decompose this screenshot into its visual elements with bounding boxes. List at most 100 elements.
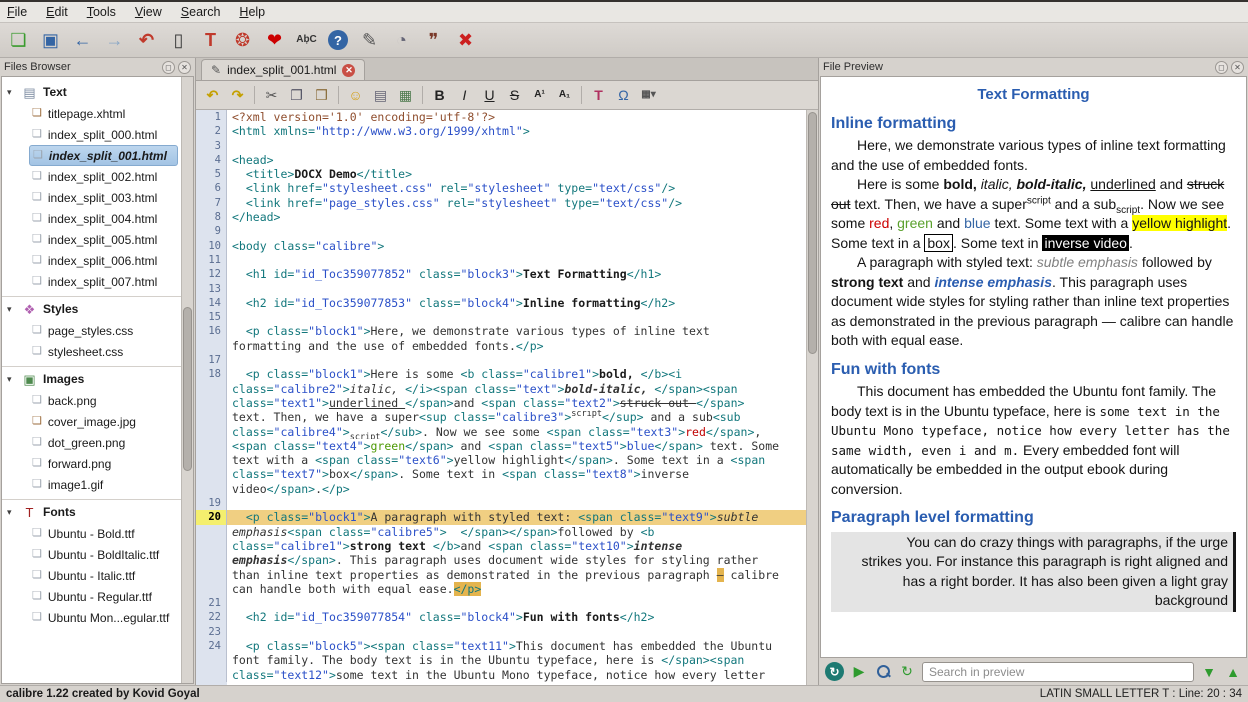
file-item[interactable]: ❏forward.png xyxy=(2,453,181,474)
superscript-button[interactable]: A¹ xyxy=(528,84,551,107)
live-preview-button[interactable]: ↻ xyxy=(825,662,844,681)
underline-button[interactable]: U xyxy=(478,84,501,107)
file-item[interactable]: ❏back.png xyxy=(2,390,181,411)
view-list-button[interactable]: ▤ xyxy=(369,84,392,107)
editor-scrollbar[interactable] xyxy=(806,110,818,685)
menu-edit[interactable]: Edit xyxy=(46,5,68,19)
code-line[interactable]: can handle both with equal ease.</p> xyxy=(196,582,806,596)
code-line[interactable]: 3 xyxy=(196,139,806,153)
section-header-text[interactable]: ▾▤Text xyxy=(2,80,181,103)
code-line[interactable]: video</span>.</p> xyxy=(196,482,806,496)
collapse-arrow-icon[interactable]: ▾ xyxy=(7,87,16,98)
reader-button[interactable]: ▯ xyxy=(165,27,192,54)
file-item[interactable]: ❏Ubuntu - BoldItalic.ttf xyxy=(2,544,181,565)
paste-button[interactable]: ❒ xyxy=(310,84,333,107)
code-line[interactable]: 16 <p class="block1">Here, we demonstrat… xyxy=(196,324,806,338)
menu-file[interactable]: File xyxy=(7,5,27,19)
code-line[interactable]: 5 <title>DOCX Demo</title> xyxy=(196,167,806,181)
find-in-preview-button[interactable] xyxy=(874,662,892,682)
text-color-button[interactable]: T xyxy=(587,84,610,107)
code-line[interactable]: 8</head> xyxy=(196,210,806,224)
code-line[interactable]: class="calibre4">script</sub>. Now we se… xyxy=(196,425,806,439)
code-line[interactable]: 6 <link href="stylesheet.css" rel="style… xyxy=(196,181,806,195)
code-line[interactable]: 13 xyxy=(196,282,806,296)
code-line[interactable]: 11 xyxy=(196,253,806,267)
file-item[interactable]: ❏dot_green.png xyxy=(2,432,181,453)
insert-table-button[interactable]: ▦▾ xyxy=(637,84,660,107)
menu-tools[interactable]: Tools xyxy=(87,5,116,19)
insert-smiley-button[interactable]: ☺ xyxy=(344,84,367,107)
run-preview-button[interactable]: ▶ xyxy=(850,662,868,682)
collapse-arrow-icon[interactable]: ▾ xyxy=(7,304,16,315)
close-preview-icon[interactable]: ✕ xyxy=(1231,61,1244,74)
check-book-button[interactable]: ❂ xyxy=(229,27,256,54)
file-item[interactable]: ❏index_split_001.html xyxy=(29,145,178,166)
close-panel-icon[interactable]: ✕ xyxy=(178,61,191,74)
code-line[interactable]: 4<head> xyxy=(196,153,806,167)
redo-button[interactable]: ↷ xyxy=(226,84,249,107)
code-line[interactable]: text. Then, we have a super<sup class="c… xyxy=(196,410,806,424)
italic-button[interactable]: I xyxy=(453,84,476,107)
save-button[interactable]: ▣ xyxy=(37,27,64,54)
section-header-images[interactable]: ▾▣Images xyxy=(2,367,181,390)
code-line[interactable]: than inline text properties as demonstra… xyxy=(196,568,806,582)
beautify-button[interactable]: ✎ xyxy=(356,27,383,54)
copy-button[interactable]: ❐ xyxy=(285,84,308,107)
file-item[interactable]: ❏index_split_005.html xyxy=(2,229,181,250)
collapse-arrow-icon[interactable]: ▾ xyxy=(7,507,16,518)
refresh-preview-button[interactable]: ↻ xyxy=(898,662,916,682)
forward-button[interactable]: → xyxy=(101,27,128,54)
collapse-arrow-icon[interactable]: ▾ xyxy=(7,374,16,385)
arrange-button[interactable]: ◔ xyxy=(388,27,415,54)
undock-preview-icon[interactable]: ◻ xyxy=(1215,61,1228,74)
bold-button[interactable]: B xyxy=(428,84,451,107)
code-line[interactable]: 15 xyxy=(196,310,806,324)
menu-search[interactable]: Search xyxy=(181,5,221,19)
file-item[interactable]: ❏cover_image.jpg xyxy=(2,411,181,432)
file-item[interactable]: ❏Ubuntu - Bold.ttf xyxy=(2,523,181,544)
preview-search-input[interactable] xyxy=(922,662,1194,682)
tab-close-icon[interactable]: ✕ xyxy=(342,64,355,77)
code-editor[interactable]: 1<?xml version='1.0' encoding='utf-8'?> 2… xyxy=(196,110,806,685)
menu-help[interactable]: Help xyxy=(239,5,265,19)
prev-match-button[interactable]: ▲ xyxy=(1224,662,1242,682)
code-line[interactable]: 1<?xml version='1.0' encoding='utf-8'?> xyxy=(196,110,806,124)
code-line[interactable]: text with a <span class="text6">yellow h… xyxy=(196,453,806,467)
next-match-button[interactable]: ▼ xyxy=(1200,662,1218,682)
help-button[interactable]: ? xyxy=(328,30,348,50)
file-item[interactable]: ❏index_split_002.html xyxy=(2,166,181,187)
remove-unused-button[interactable]: ✖ xyxy=(452,27,479,54)
code-line[interactable]: 17 xyxy=(196,353,806,367)
code-line[interactable]: emphasis<span class="calibre5"> </span><… xyxy=(196,525,806,539)
code-line[interactable]: 19 xyxy=(196,496,806,510)
special-character-button[interactable]: Ω xyxy=(612,84,635,107)
code-line[interactable]: formatting and the use of embedded fonts… xyxy=(196,339,806,353)
file-item[interactable]: ❏Ubuntu Mon...egular.ttf xyxy=(2,607,181,628)
spellcheck-button[interactable]: AḅC xyxy=(293,27,320,54)
file-item[interactable]: ❏titlepage.xhtml xyxy=(2,103,181,124)
code-line[interactable]: class="calibre1">strong text </b>and <sp… xyxy=(196,539,806,553)
code-line[interactable]: 22 <h2 id="id_Toc359077854" class="block… xyxy=(196,610,806,624)
code-line[interactable]: 10<body class="calibre"> xyxy=(196,239,806,253)
new-file-button[interactable]: ❏ xyxy=(5,27,32,54)
file-item[interactable]: ❏Ubuntu - Regular.ttf xyxy=(2,586,181,607)
file-item[interactable]: ❏image1.gif xyxy=(2,474,181,495)
subscript-button[interactable]: A₁ xyxy=(553,84,576,107)
menu-view[interactable]: View xyxy=(135,5,162,19)
file-item[interactable]: ❏index_split_003.html xyxy=(2,187,181,208)
section-header-fonts[interactable]: ▾TFonts xyxy=(2,500,181,523)
files-scrollbar-thumb[interactable] xyxy=(183,307,192,471)
file-item[interactable]: ❏index_split_004.html xyxy=(2,208,181,229)
file-item[interactable]: ❏index_split_007.html xyxy=(2,271,181,292)
code-line[interactable]: 18 <p class="block1">Here is some <b cla… xyxy=(196,367,806,381)
donate-button[interactable]: ❤ xyxy=(261,27,288,54)
code-line[interactable]: class="text7">box</span>. Some text in <… xyxy=(196,467,806,481)
code-line[interactable]: font family. The body text is in the Ubu… xyxy=(196,653,806,667)
code-line[interactable]: 9 xyxy=(196,224,806,238)
code-line[interactable]: 24 <p class="block5"><span class="text11… xyxy=(196,639,806,653)
cut-button[interactable]: ✂ xyxy=(260,84,283,107)
file-item[interactable]: ❏index_split_000.html xyxy=(2,124,181,145)
tab-index-split-001[interactable]: ✎ index_split_001.html ✕ xyxy=(201,59,365,80)
file-item[interactable]: ❏stylesheet.css xyxy=(2,341,181,362)
back-button[interactable]: ← xyxy=(69,27,96,54)
